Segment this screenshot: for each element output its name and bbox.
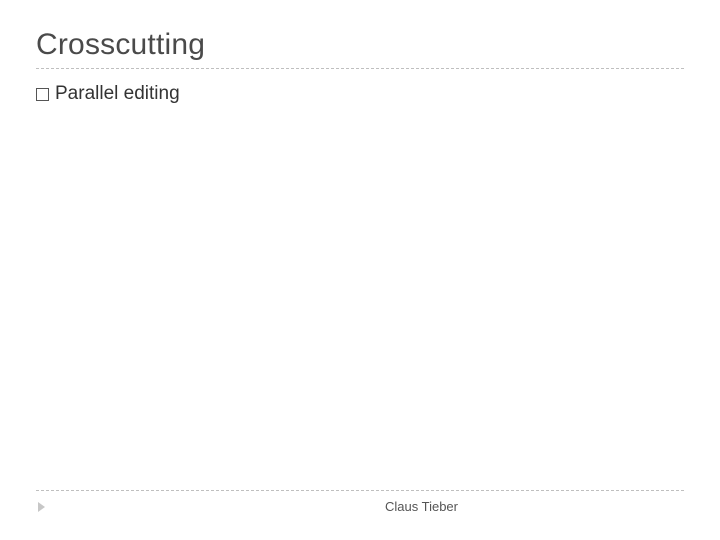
footer-row: Claus Tieber: [36, 499, 684, 514]
square-bullet-icon: [36, 88, 49, 101]
page-title: Crosscutting: [36, 28, 684, 62]
title-divider: [36, 68, 684, 69]
slide: Crosscutting Parallel editing Claus Tieb…: [0, 0, 720, 540]
footer-author: Claus Tieber: [385, 499, 458, 514]
footer: Claus Tieber: [36, 490, 684, 514]
bullet-item: Parallel editing: [36, 83, 684, 105]
triangle-right-icon: [38, 502, 45, 512]
footer-divider: [36, 490, 684, 491]
bullet-text: Parallel editing: [55, 83, 180, 105]
